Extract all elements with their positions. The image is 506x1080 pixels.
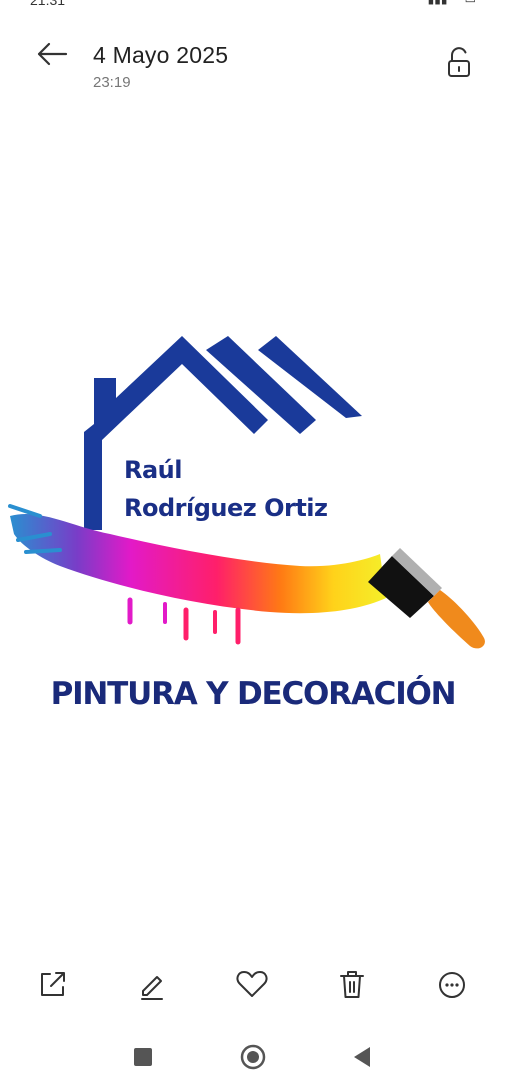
system-back-button[interactable]: [348, 1042, 378, 1072]
favorite-icon: [236, 971, 268, 997]
viewer-header: 4 Mayo 2025 23:19: [0, 30, 506, 100]
wifi-icon: ◠: [451, 0, 461, 6]
recents-button[interactable]: [128, 1042, 158, 1072]
home-button[interactable]: [238, 1042, 268, 1072]
delete-icon: [340, 971, 364, 998]
recents-icon: [134, 1048, 152, 1066]
photo-date: 4 Mayo 2025: [93, 42, 229, 68]
logo-name-first: Raúl: [124, 456, 183, 484]
edit-icon: [141, 976, 163, 1000]
back-button[interactable]: [34, 38, 70, 70]
share-icon: [41, 972, 65, 996]
battery-icon: ▭: [465, 0, 476, 6]
delete-button[interactable]: [332, 964, 372, 1004]
photo-action-bar: [0, 958, 506, 1008]
status-bar: 21:31 ▮▮▮ ◠ ▭: [0, 0, 506, 8]
share-button[interactable]: [33, 964, 73, 1004]
logo-tagline: PINTURA Y DECORACIÓN: [50, 676, 457, 712]
status-icons: ▮▮▮ ◠ ▭: [428, 0, 476, 6]
lock-button[interactable]: [444, 46, 474, 80]
arrow-left-icon: [37, 42, 68, 66]
logo-name-last: Rodríguez Ortiz: [124, 494, 328, 522]
status-time: 21:31: [30, 0, 66, 8]
edit-button[interactable]: [132, 964, 172, 1004]
signal-icon: ▮▮▮: [428, 0, 448, 6]
system-nav-bar: [0, 1040, 506, 1080]
unlock-icon: [448, 47, 470, 77]
home-icon: [240, 1044, 266, 1070]
back-triangle-icon: [354, 1047, 370, 1067]
photo-time: 23:19: [93, 74, 131, 91]
favorite-button[interactable]: [232, 964, 272, 1004]
paintbrush-graphic: [368, 548, 485, 649]
more-icon: [439, 972, 465, 998]
photo-content-logo: Raúl Rodríguez Ortiz PINTURA Y DECORACIÓ…: [0, 320, 506, 740]
more-button[interactable]: [432, 964, 472, 1004]
